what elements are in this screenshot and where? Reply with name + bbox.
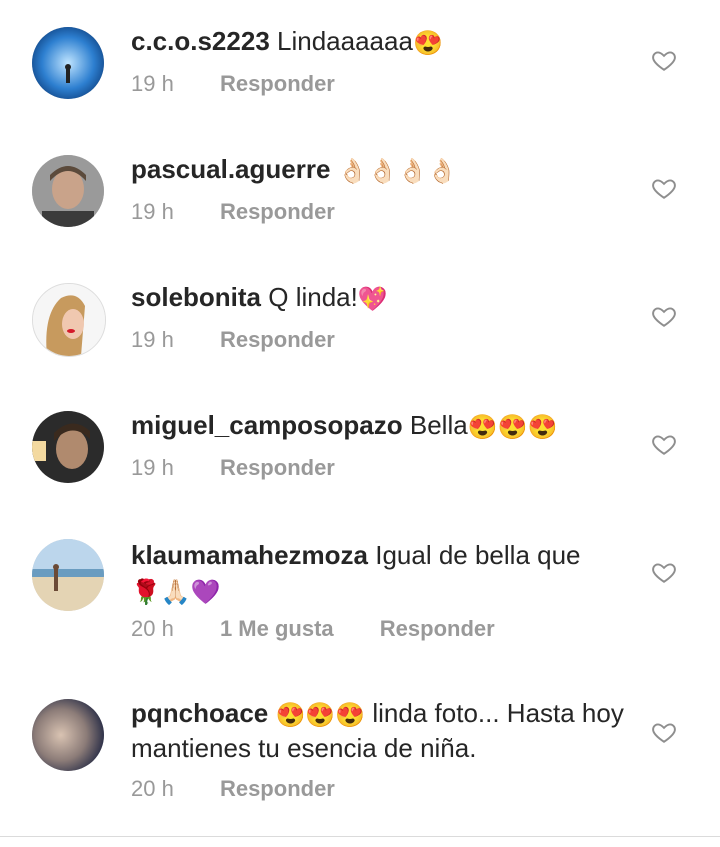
- heart-outline-icon[interactable]: [651, 175, 677, 201]
- avatar[interactable]: [32, 155, 104, 227]
- reply-button[interactable]: Responder: [220, 71, 335, 96]
- comment-time: 19 h: [131, 327, 174, 352]
- comment-meta: 19 h Responder: [131, 327, 335, 353]
- avatar[interactable]: [32, 699, 104, 771]
- comment-username[interactable]: pqnchoace: [131, 698, 268, 728]
- comment-emoji: 😍😍😍: [275, 701, 366, 729]
- comment-meta: 19 h Responder: [131, 199, 335, 225]
- reply-button[interactable]: Responder: [220, 327, 335, 352]
- comment-meta: 20 h Responder: [131, 776, 335, 802]
- comment-username[interactable]: solebonita: [131, 282, 261, 312]
- heart-outline-icon[interactable]: [651, 303, 677, 329]
- comment-time: 19 h: [131, 455, 174, 480]
- comment-text: Igual de bella que: [375, 540, 581, 570]
- reply-button[interactable]: Responder: [220, 455, 335, 480]
- comment-body: solebonita Q linda!💖: [131, 281, 631, 316]
- comment-time: 20 h: [131, 616, 174, 641]
- comment-body: klaumamahezmoza Igual de bella que 🌹🙏🏻💜: [131, 537, 631, 611]
- comment-emoji: 👌🏻👌🏻👌🏻👌🏻: [337, 157, 458, 185]
- comment-emoji: 💖: [357, 285, 388, 313]
- comment-meta: 19 h Responder: [131, 455, 335, 481]
- comment-time: 19 h: [131, 199, 174, 224]
- avatar[interactable]: [32, 411, 104, 483]
- comment-emoji: 😍: [412, 29, 443, 57]
- likes-count-button[interactable]: 1 Me gusta: [220, 616, 334, 641]
- comment-text: Q linda!: [268, 282, 358, 312]
- heart-outline-icon[interactable]: [651, 47, 677, 73]
- comment-meta: 19 h Responder: [131, 71, 335, 97]
- divider: [0, 836, 720, 837]
- comment-emoji: 🌹🙏🏻💜: [131, 579, 221, 607]
- comment-username[interactable]: pascual.aguerre: [131, 154, 330, 184]
- comment-list: c.c.o.s2223 Lindaaaaaa😍 19 h Responder p…: [0, 0, 720, 847]
- comment-username[interactable]: klaumamahezmoza: [131, 540, 368, 570]
- heart-outline-icon[interactable]: [651, 719, 677, 745]
- reply-button[interactable]: Responder: [220, 199, 335, 224]
- comment-body: c.c.o.s2223 Lindaaaaaa😍: [131, 25, 631, 60]
- heart-outline-icon[interactable]: [651, 431, 677, 457]
- reply-button[interactable]: Responder: [380, 616, 495, 641]
- comment-username[interactable]: c.c.o.s2223: [131, 26, 270, 56]
- comment-body: pascual.aguerre 👌🏻👌🏻👌🏻👌🏻: [131, 153, 631, 188]
- comment-text: Bella: [409, 410, 468, 440]
- heart-outline-icon[interactable]: [651, 559, 677, 585]
- comment-body: pqnchoace 😍😍😍 linda foto... Hasta hoy ma…: [131, 697, 631, 765]
- avatar[interactable]: [32, 27, 104, 99]
- avatar[interactable]: [32, 539, 104, 611]
- comment-time: 20 h: [131, 776, 174, 801]
- comment-text: Lindaaaaaa: [277, 26, 413, 56]
- comment-emoji: 😍😍😍: [467, 413, 558, 441]
- comment-body: miguel_camposopazo Bella😍😍😍: [131, 409, 631, 444]
- comment-time: 19 h: [131, 71, 174, 96]
- comment-meta: 20 h 1 Me gusta Responder: [131, 616, 495, 642]
- comment-username[interactable]: miguel_camposopazo: [131, 410, 403, 440]
- avatar[interactable]: [32, 283, 106, 357]
- reply-button[interactable]: Responder: [220, 776, 335, 801]
